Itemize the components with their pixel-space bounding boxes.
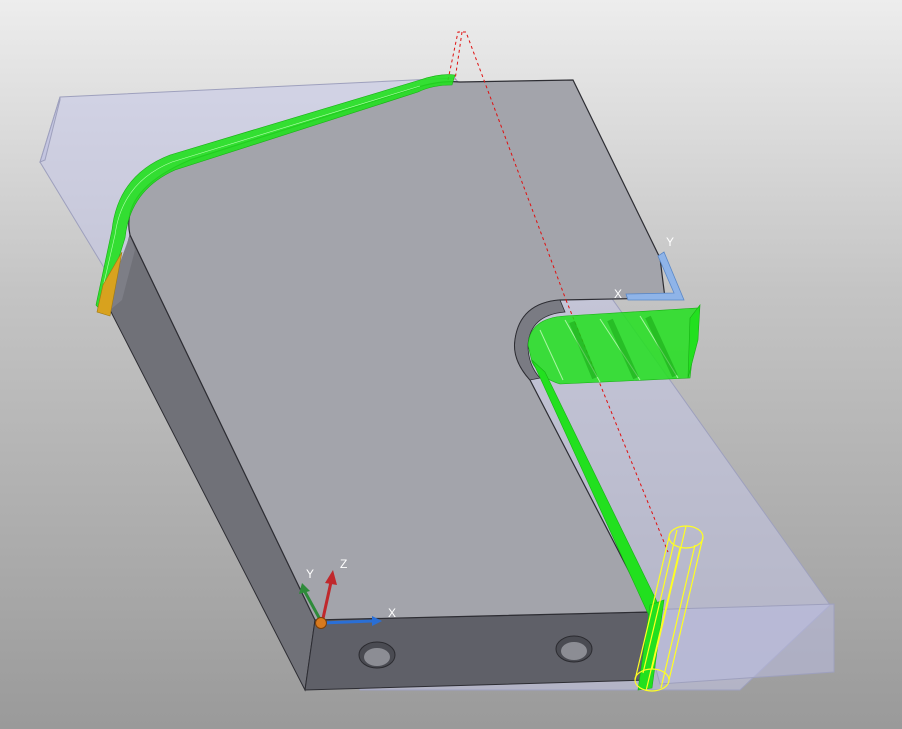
stock-front-face (639, 603, 835, 685)
cam-scene[interactable]: Y X X Y Z (0, 0, 902, 729)
3d-viewport[interactable]: Y X X Y Z (0, 0, 902, 729)
world-axis-z-label: Z (340, 557, 347, 571)
local-axis-x-label: X (614, 287, 622, 301)
origin-marker-icon (315, 617, 327, 629)
part-front-face (304, 611, 651, 691)
drilled-hole-icon (555, 635, 593, 663)
local-axis-y-label: Y (666, 235, 674, 249)
axis-x-arrow (321, 619, 373, 625)
drilled-hole-icon (358, 641, 396, 669)
world-axis-y-label: Y (306, 567, 314, 581)
world-axis-x-label: X (388, 606, 396, 620)
